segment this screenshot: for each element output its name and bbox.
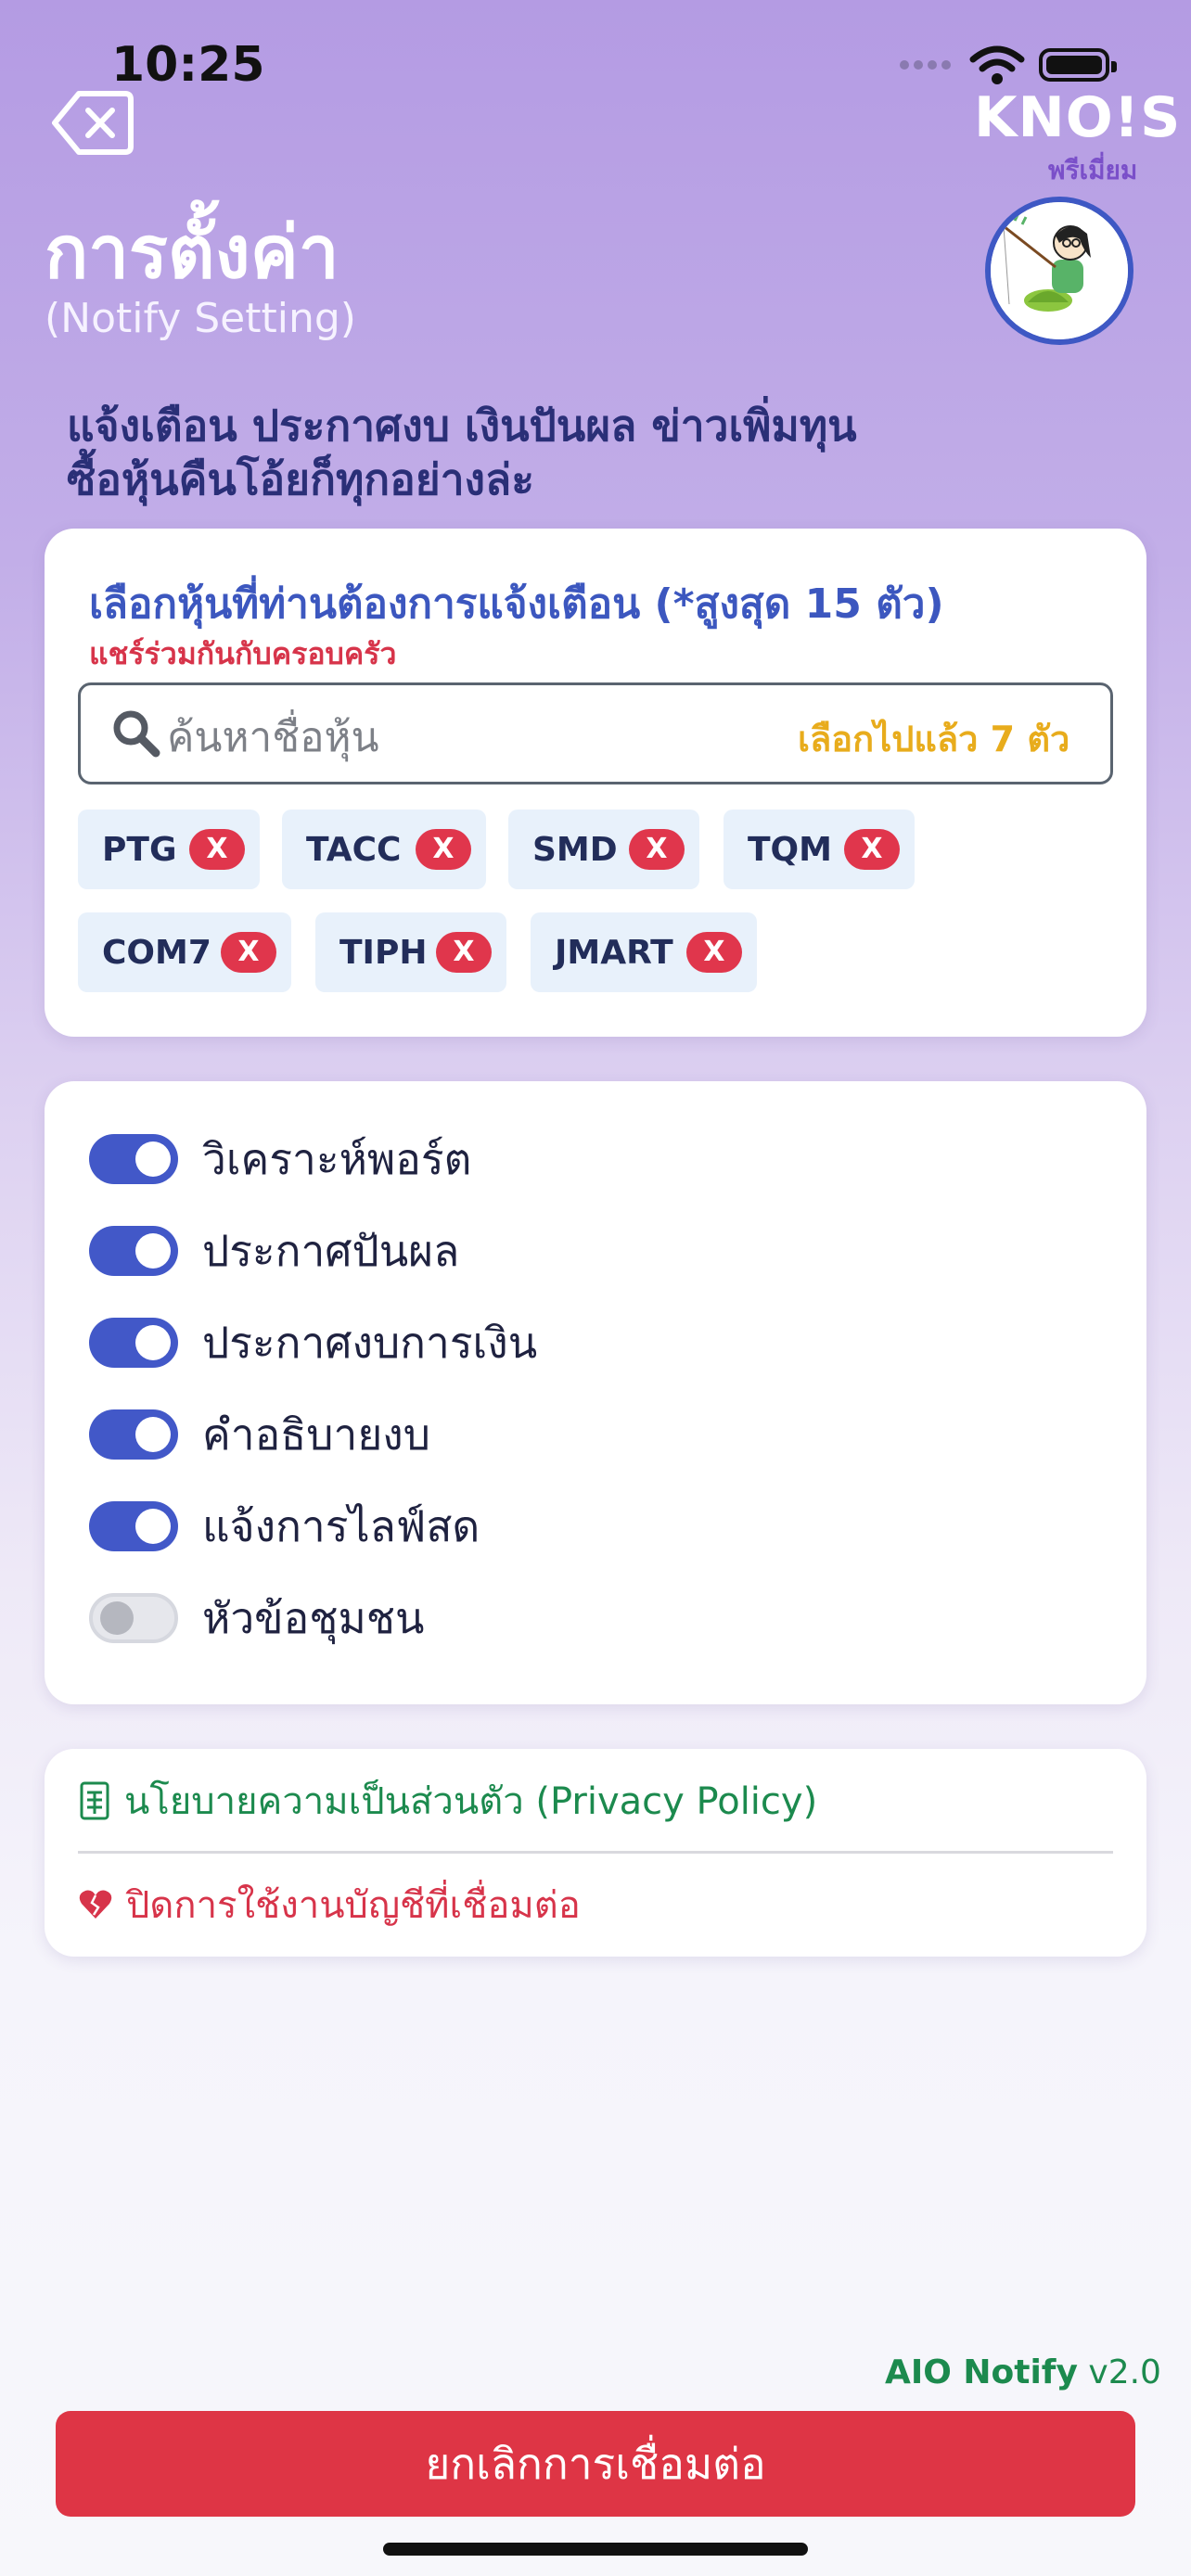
chip-label: TQM <box>748 830 832 869</box>
avatar-illustration <box>991 202 1128 339</box>
back-icon[interactable] <box>51 88 134 158</box>
toggle-live-notify[interactable] <box>89 1501 178 1551</box>
selected-count: เลือกไปแล้ว 7 ตัว <box>798 719 1070 759</box>
toggle-statement-explanation[interactable] <box>89 1409 178 1460</box>
toggle-label: ประกาศงบการเงิน <box>202 1317 538 1368</box>
toggle-row-financial-statement: ประกาศงบการเงิน <box>89 1317 537 1369</box>
disconnect-account-label: ปิดการใช้งานบัญชีที่เชื่อมต่อ <box>126 1884 581 1927</box>
signal-icon <box>900 56 955 70</box>
stock-chip-tiph: TIPH X <box>315 912 506 992</box>
remove-icon[interactable]: X <box>221 932 276 973</box>
toggle-row-dividend: ประกาศปันผล <box>89 1225 459 1277</box>
page-title: การตั้งค่า <box>45 211 339 295</box>
remove-icon[interactable]: X <box>416 829 471 870</box>
toggle-portfolio-analysis[interactable] <box>89 1134 178 1184</box>
document-icon <box>80 1781 109 1820</box>
search-icon <box>113 710 160 758</box>
toggle-label: หัวข้อชุมชน <box>202 1592 425 1643</box>
page-subtitle: (Notify Setting) <box>45 295 356 342</box>
privacy-policy-label: นโยบายความเป็นส่วนตัว (Privacy Policy) <box>124 1780 818 1823</box>
cancel-connection-label: ยกเลิกการเชื่อมต่อ <box>425 2438 766 2489</box>
wifi-icon <box>969 45 1025 84</box>
stock-chip-ptg: PTG X <box>78 810 260 889</box>
toggle-row-community: หัวข้อชุมชน <box>89 1592 424 1644</box>
toggle-row-statement-explanation: คำอธิบายงบ <box>89 1409 430 1460</box>
remove-icon[interactable]: X <box>189 829 245 870</box>
chip-label: TIPH <box>339 933 428 972</box>
chip-label: PTG <box>102 830 177 869</box>
toggle-dividend[interactable] <box>89 1226 178 1276</box>
stock-chip-tqm: TQM X <box>724 810 915 889</box>
chip-label: SMD <box>532 830 618 869</box>
home-indicator[interactable] <box>383 2543 808 2556</box>
stock-chip-smd: SMD X <box>508 810 699 889</box>
remove-icon[interactable]: X <box>686 932 742 973</box>
search-placeholder: ค้นหาชื่อหุ้น <box>167 714 379 761</box>
status-time: 10:25 <box>111 37 265 93</box>
toggle-label: แจ้งการไลฟ์สด <box>202 1500 480 1551</box>
disconnect-account-link[interactable]: ปิดการใช้งานบัญชีที่เชื่อมต่อ <box>78 1877 581 1932</box>
remove-icon[interactable]: X <box>844 829 900 870</box>
chip-label: TACC <box>306 830 402 869</box>
headline: แจ้งเตือน ประกาศงบ เงินปันผล ข่าวเพิ่มทุ… <box>67 399 1087 506</box>
divider <box>78 1851 1113 1854</box>
toggle-label: วิเคราะห์พอร์ต <box>202 1133 472 1184</box>
headline-line-1: แจ้งเตือน ประกาศงบ เงินปันผล ข่าวเพิ่มทุ… <box>67 401 857 451</box>
share-note: แชร์ร่วมกันกับครอบครัว <box>89 636 397 671</box>
premium-badge: พรีเมี่ยม <box>1048 155 1138 185</box>
toggle-row-portfolio: วิเคราะห์พอร์ต <box>89 1133 471 1185</box>
headline-line-2: ซื้อหุ้นคืนโอ้ยก็ทุกอย่างล่ะ <box>67 454 534 504</box>
toggle-label: ประกาศปันผล <box>202 1225 460 1276</box>
stock-chip-jmart: JMART X <box>531 912 757 992</box>
stock-chip-com7: COM7 X <box>78 912 291 992</box>
avatar[interactable] <box>985 197 1133 345</box>
toggle-financial-statement[interactable] <box>89 1318 178 1368</box>
app-version: AIO Notify v2.0 <box>885 2353 1161 2391</box>
stock-chip-tacc: TACC X <box>282 810 486 889</box>
brand-logo: KNO!S <box>974 85 1182 150</box>
broken-heart-icon <box>79 1890 112 1919</box>
version-number: v2.0 <box>1088 2353 1161 2391</box>
stock-picker-title: เลือกหุ้นที่ท่านต้องการแจ้งเตือน (*สูงสุ… <box>89 580 944 628</box>
toggle-label: คำอธิบายงบ <box>202 1409 430 1460</box>
chip-label: JMART <box>555 933 673 972</box>
remove-icon[interactable]: X <box>629 829 685 870</box>
chip-label: COM7 <box>102 933 211 972</box>
app-name: AIO Notify <box>885 2353 1078 2391</box>
toggle-row-live: แจ้งการไลฟ์สด <box>89 1500 480 1552</box>
battery-icon <box>1039 48 1117 82</box>
cancel-connection-button[interactable]: ยกเลิกการเชื่อมต่อ <box>56 2411 1135 2517</box>
remove-icon[interactable]: X <box>436 932 492 973</box>
privacy-policy-link[interactable]: นโยบายความเป็นส่วนตัว (Privacy Policy) <box>78 1773 817 1829</box>
toggle-community-topics[interactable] <box>89 1593 178 1643</box>
